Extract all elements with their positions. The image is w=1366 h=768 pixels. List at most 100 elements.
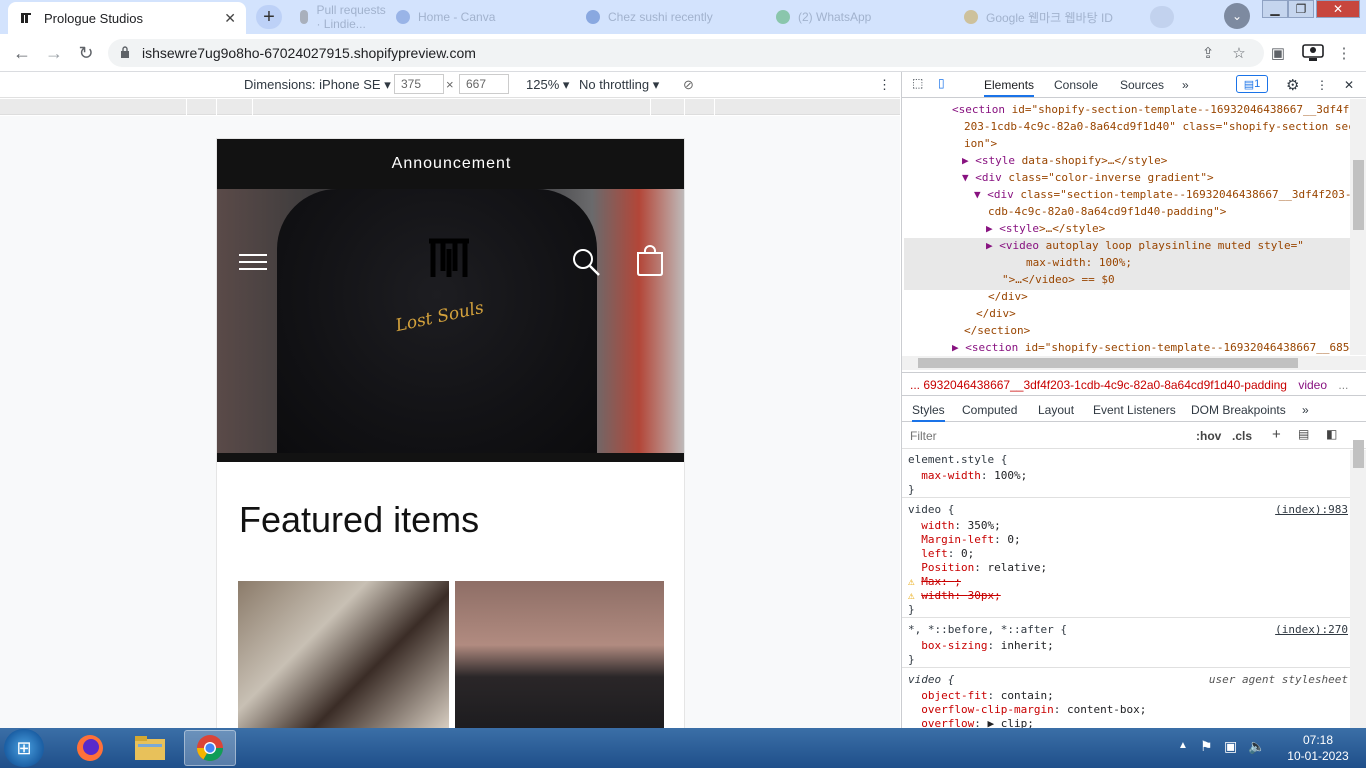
dom-line[interactable]: ▶ <style data-shopify>…</style> — [962, 152, 1167, 169]
style-selector[interactable]: video { — [908, 673, 954, 687]
dom-horizontal-thumb[interactable] — [918, 358, 1298, 368]
bookmark-star-icon[interactable]: ☆ — [1229, 43, 1249, 63]
device-more-icon[interactable]: ⋮ — [878, 77, 891, 93]
close-devtools-icon[interactable]: ✕ — [1344, 78, 1354, 92]
firefox-icon[interactable] — [64, 730, 116, 766]
tab-elements[interactable]: Elements — [984, 78, 1035, 97]
zoom-dropdown[interactable]: 125% ▾ — [526, 77, 569, 93]
back-arrow-icon[interactable]: ← — [10, 41, 34, 65]
more-pane-tabs-icon[interactable]: » — [1302, 403, 1309, 417]
device-width-input[interactable]: 375 — [394, 74, 444, 94]
style-selector[interactable]: video { — [908, 503, 954, 517]
tab-computed[interactable]: Computed — [962, 403, 1017, 417]
breadcrumb-path[interactable]: ... 6932046438667__3df4f203-1cdb-4c9c-82… — [910, 378, 1287, 392]
device-height-input[interactable]: 667 — [459, 74, 509, 94]
style-rule[interactable]: *, *::before, *::after {(index):270 box-… — [902, 620, 1350, 668]
throttling-dropdown[interactable]: No throttling ▾ — [579, 77, 659, 93]
style-declaration[interactable]: overflow: ▶ clip; — [908, 717, 1034, 728]
style-declaration[interactable]: ⚠ Max: ; — [908, 575, 961, 589]
style-rule[interactable]: element.style { max-width: 100%;} — [902, 450, 1350, 498]
tab-search-dropdown-icon[interactable]: ⌄ — [1224, 3, 1250, 29]
hamburger-menu-icon[interactable] — [239, 249, 267, 275]
ruler-segment[interactable] — [216, 99, 217, 115]
ruler-segment[interactable] — [714, 99, 715, 115]
cls-toggle[interactable]: .cls — [1232, 429, 1252, 443]
show-hidden-icons[interactable]: ▲ — [1178, 740, 1188, 751]
announcement-bar[interactable]: Announcement — [217, 139, 684, 189]
style-source-link[interactable]: user agent stylesheet — [1209, 673, 1348, 686]
style-declaration[interactable]: box-sizing: inherit; — [908, 639, 1053, 653]
issues-badge[interactable]: ▤ 1 — [1236, 75, 1268, 93]
devtools-menu-icon[interactable]: ⋮ — [1316, 78, 1328, 92]
maximize-window-button[interactable]: ❐ — [1288, 0, 1314, 18]
search-icon[interactable] — [571, 247, 601, 277]
tab-overflow-icon[interactable] — [1150, 6, 1174, 28]
hov-toggle[interactable]: :hov — [1196, 429, 1221, 443]
network-icon[interactable]: ▣ — [1224, 738, 1237, 755]
close-window-button[interactable]: ✕ — [1316, 0, 1360, 18]
background-tab[interactable]: (2) WhatsApp — [776, 6, 946, 28]
device-toggle-icon[interactable]: ▯ — [938, 76, 945, 90]
dom-line[interactable]: max-width: 100%; — [1026, 254, 1132, 271]
dom-scrollbar-thumb[interactable] — [1353, 160, 1364, 230]
background-tab[interactable]: Google 웹마크 웹바탕 ID — [964, 6, 1134, 28]
product-card-image[interactable] — [455, 581, 664, 737]
new-tab-button[interactable]: + — [256, 5, 282, 29]
background-tab[interactable]: Home - Canva — [396, 6, 546, 28]
style-source-link[interactable]: (index):983 — [1275, 503, 1348, 516]
settings-gear-icon[interactable]: ⚙ — [1286, 76, 1299, 94]
tab-console[interactable]: Console — [1054, 78, 1098, 92]
flag-icon[interactable]: ⚑ — [1200, 738, 1213, 755]
style-selector[interactable]: element.style { — [908, 453, 1007, 467]
media-query-bar[interactable] — [0, 99, 900, 115]
paint-toggle-icon[interactable]: ▤ — [1298, 427, 1309, 441]
style-declaration[interactable]: ⚠ width: 30px; — [908, 589, 1001, 603]
rotate-icon[interactable]: ⊘ — [683, 77, 694, 93]
volume-icon[interactable]: 🔈 — [1248, 738, 1265, 755]
add-rule-icon[interactable]: + — [1272, 426, 1281, 443]
dom-line[interactable]: ▶ <section id="shopify-section-template-… — [952, 339, 1350, 355]
dimensions-dropdown[interactable]: Dimensions: iPhone SE ▾ — [244, 77, 391, 93]
dom-line[interactable]: ▼ <div class="section-template--16932046… — [974, 186, 1350, 203]
file-explorer-icon[interactable] — [124, 730, 176, 766]
dom-line[interactable]: ▶ <video autoplay loop playsinline muted… — [986, 237, 1304, 254]
style-declaration[interactable]: max-width: 100%; — [908, 469, 1027, 483]
more-tabs-icon[interactable]: » — [1182, 78, 1189, 92]
style-declaration[interactable]: width: 350%; — [908, 519, 1001, 533]
tab-event-listeners[interactable]: Event Listeners — [1093, 403, 1176, 417]
styles-scrollbar-thumb[interactable] — [1353, 440, 1364, 468]
styles-scrollbar[interactable] — [1350, 450, 1366, 728]
background-tab[interactable]: Chez sushi recently — [586, 6, 756, 28]
tab-active[interactable]: Prologue Studios ✕ — [8, 2, 246, 34]
dom-line[interactable]: </div> — [976, 305, 1016, 322]
more-menu-icon[interactable]: ⋮ — [1334, 43, 1354, 63]
style-declaration[interactable]: object-fit: contain; — [908, 689, 1053, 703]
style-selector[interactable]: *, *::before, *::after { — [908, 623, 1067, 637]
inspect-element-icon[interactable]: ⬚ — [912, 76, 923, 90]
ruler-segment[interactable] — [650, 99, 651, 115]
dom-line[interactable]: </div> — [988, 288, 1028, 305]
style-declaration[interactable]: overflow-clip-margin: content-box; — [908, 703, 1146, 717]
ruler-segment[interactable] — [684, 99, 685, 115]
sidebar-toggle-icon[interactable]: ◧ — [1326, 427, 1337, 441]
dom-line[interactable]: ion"> — [964, 135, 997, 152]
dom-line[interactable]: ">…</video> == $0 — [1002, 271, 1115, 288]
profile-avatar-icon[interactable] — [1300, 43, 1326, 63]
dom-line[interactable]: ▼ <div class="color-inverse gradient"> — [962, 169, 1214, 186]
reload-icon[interactable]: ↻ — [74, 41, 98, 65]
styles-filter-input[interactable] — [906, 426, 1186, 446]
share-icon[interactable]: ⇪ — [1198, 43, 1218, 63]
tab-sources[interactable]: Sources — [1120, 78, 1164, 92]
cart-bag-icon[interactable] — [635, 245, 665, 277]
tab-layout[interactable]: Layout — [1038, 403, 1074, 417]
breadcrumb-current[interactable]: video — [1298, 378, 1327, 392]
clock[interactable]: 07:18 10-01-2023 — [1278, 732, 1358, 764]
side-panel-icon[interactable]: ▣ — [1268, 43, 1288, 63]
dom-line[interactable]: 203-1cdb-4c9c-82a0-8a64cd9f1d40" class="… — [964, 118, 1350, 135]
tab-dom-breakpoints[interactable]: DOM Breakpoints — [1191, 403, 1286, 417]
style-declaration[interactable]: Position: relative; — [908, 561, 1047, 575]
tab-styles[interactable]: Styles — [912, 403, 945, 422]
address-bar[interactable]: ishsewre7ug9o8ho-67024027915.shopifyprev… — [108, 39, 1264, 67]
style-rule[interactable]: video {(index):983 width: 350%; Margin-l… — [902, 500, 1350, 618]
minimize-window-button[interactable]: ▁ — [1262, 0, 1288, 18]
